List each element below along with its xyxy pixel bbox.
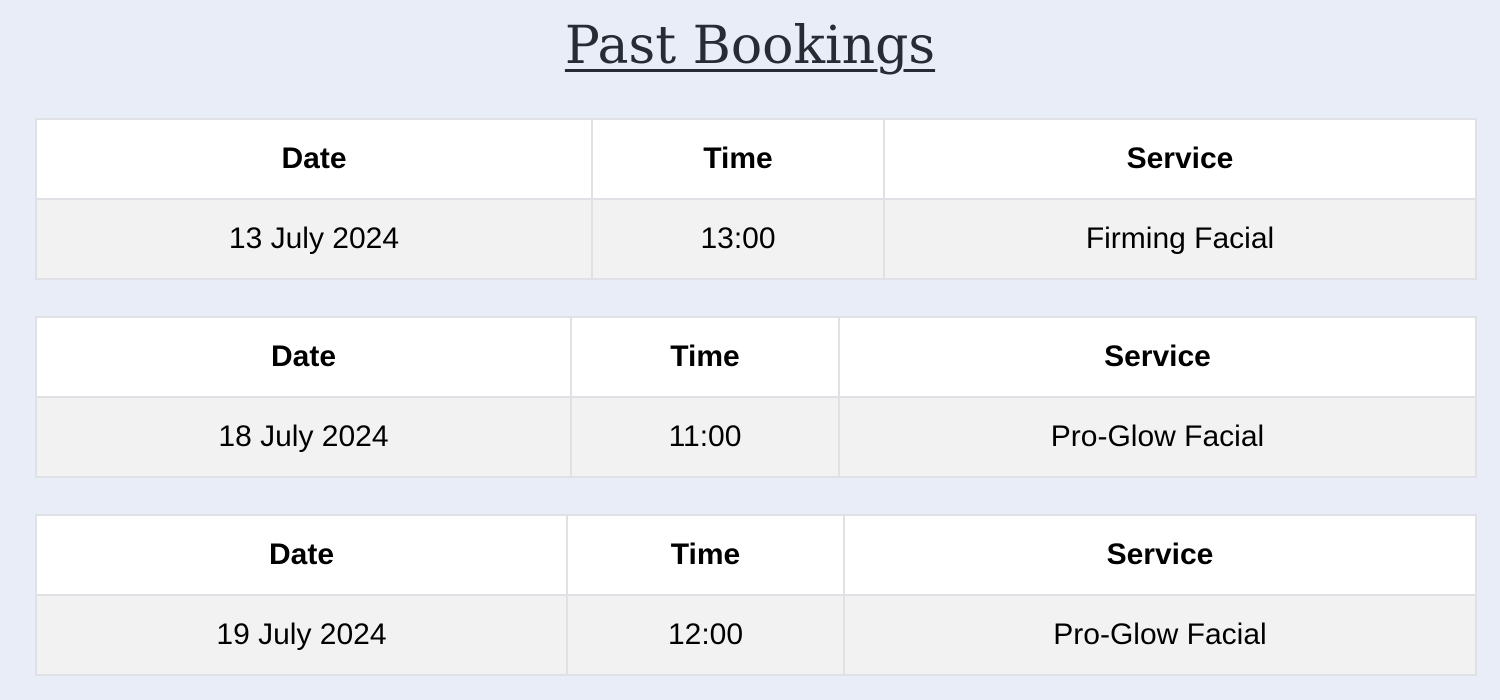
time-column-header: Time (566, 514, 845, 596)
booking-date: 18 July 2024 (35, 396, 572, 478)
booking-header-row: Date Time Service (35, 514, 1477, 596)
service-column-header: Service (843, 514, 1477, 596)
booking-time: 12:00 (566, 594, 845, 676)
table-row: 19 July 2024 12:00 Pro-Glow Facial (35, 594, 1477, 676)
booking-header-row: Date Time Service (35, 316, 1477, 398)
date-column-header: Date (35, 118, 593, 200)
time-column-header: Time (591, 118, 885, 200)
date-column-header: Date (35, 514, 568, 596)
booking-table: Date Time Service 18 July 2024 11:00 Pro… (35, 316, 1477, 478)
booking-service: Pro-Glow Facial (838, 396, 1477, 478)
booking-service: Pro-Glow Facial (843, 594, 1477, 676)
booking-table: Date Time Service 13 July 2024 13:00 Fir… (35, 118, 1477, 280)
service-column-header: Service (838, 316, 1477, 398)
table-row: 18 July 2024 11:00 Pro-Glow Facial (35, 396, 1477, 478)
booking-header-row: Date Time Service (35, 118, 1477, 200)
booking-date: 19 July 2024 (35, 594, 568, 676)
service-column-header: Service (883, 118, 1477, 200)
booking-time: 13:00 (591, 198, 885, 280)
time-column-header: Time (570, 316, 840, 398)
booking-service: Firming Facial (883, 198, 1477, 280)
booking-table: Date Time Service 19 July 2024 12:00 Pro… (35, 514, 1477, 676)
page-title: Past Bookings (0, 10, 1500, 82)
date-column-header: Date (35, 316, 572, 398)
table-row: 13 July 2024 13:00 Firming Facial (35, 198, 1477, 280)
booking-time: 11:00 (570, 396, 840, 478)
booking-date: 13 July 2024 (35, 198, 593, 280)
page-title-text: Past Bookings (564, 16, 936, 76)
